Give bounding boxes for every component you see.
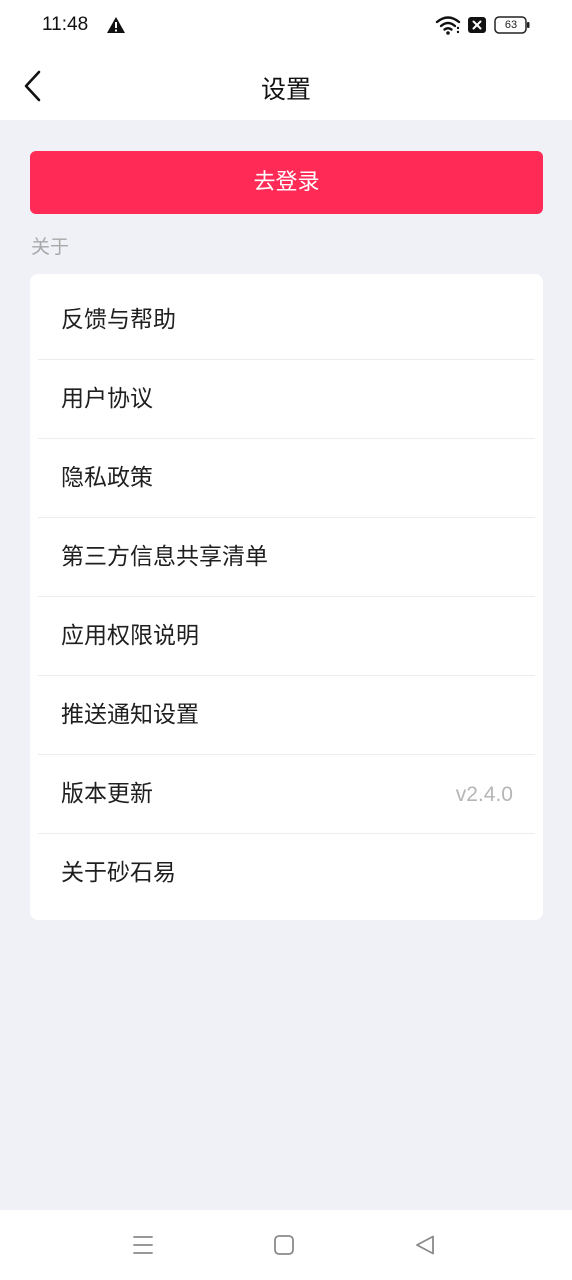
item-label: 推送通知设置 — [61, 702, 199, 728]
version-value: v2.4.0 — [455, 783, 513, 806]
warning-icon — [107, 17, 125, 33]
item-label: 第三方信息共享清单 — [61, 544, 268, 570]
status-time: 11:48 — [42, 14, 89, 35]
close-box-icon — [468, 17, 486, 33]
item-label: 关于砂石易 — [61, 860, 176, 886]
menu-icon[interactable] — [130, 1234, 156, 1256]
list-item-app-permissions[interactable]: 应用权限说明 — [38, 597, 535, 676]
section-label: 关于 — [31, 236, 70, 258]
home-icon[interactable] — [273, 1234, 295, 1256]
item-label: 应用权限说明 — [61, 623, 199, 649]
battery-level: 63 — [504, 19, 518, 31]
list-item-user-agreement[interactable]: 用户协议 — [38, 360, 535, 439]
login-button[interactable]: 去登录 — [30, 151, 543, 214]
nav-bar — [0, 1210, 572, 1280]
settings-card: 反馈与帮助 用户协议 隐私政策 第三方信息共享清单 应用权限说明 推送通知设置 … — [30, 274, 543, 920]
page-title: 设置 — [260, 75, 311, 104]
item-label: 版本更新 — [61, 781, 153, 807]
list-item-feedback[interactable]: 反馈与帮助 — [38, 281, 535, 360]
list-item-privacy-policy[interactable]: 隐私政策 — [38, 439, 535, 518]
item-label: 用户协议 — [61, 386, 153, 412]
wifi-icon — [435, 16, 461, 35]
list-item-about[interactable]: 关于砂石易 — [38, 834, 535, 913]
list-item-push-notifications[interactable]: 推送通知设置 — [38, 676, 535, 755]
item-label: 隐私政策 — [61, 465, 153, 491]
list-item-version-update[interactable]: 版本更新 v2.4.0 — [38, 755, 535, 834]
back-triangle-icon[interactable] — [414, 1234, 436, 1256]
header: 设置 — [0, 52, 572, 120]
status-bar: 11:48 63 — [0, 0, 572, 52]
item-label: 反馈与帮助 — [61, 307, 176, 333]
list-item-third-party-sharing[interactable]: 第三方信息共享清单 — [38, 518, 535, 597]
